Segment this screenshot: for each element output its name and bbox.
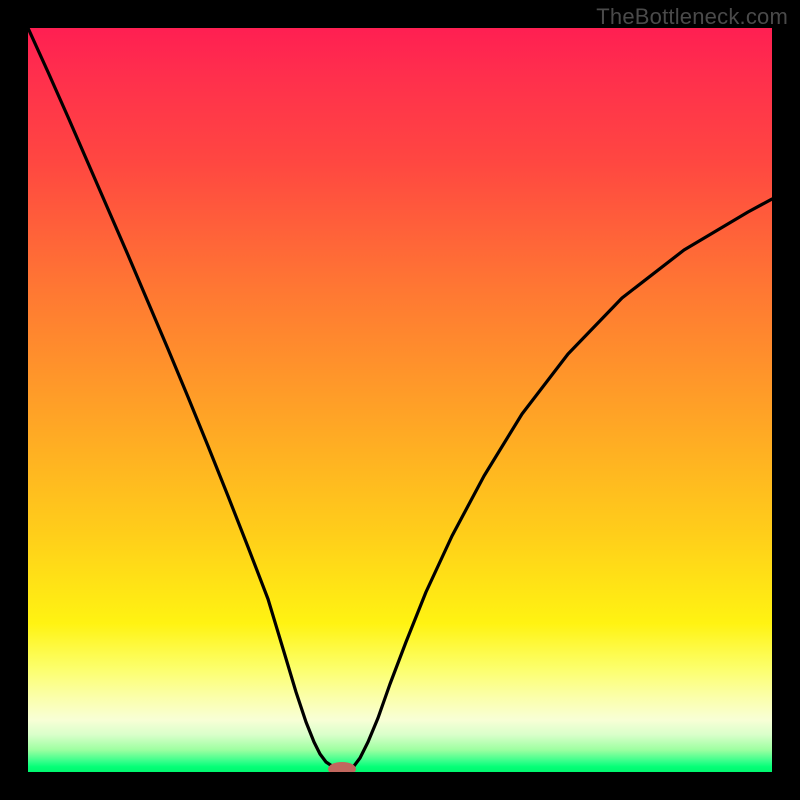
watermark-text: TheBottleneck.com: [596, 4, 788, 30]
plot-area: [28, 28, 772, 772]
minimum-marker: [328, 762, 356, 772]
chart-frame: TheBottleneck.com: [0, 0, 800, 800]
chart-svg: [28, 28, 772, 772]
curve-right-branch: [354, 199, 772, 766]
curve-left-branch: [28, 28, 332, 766]
